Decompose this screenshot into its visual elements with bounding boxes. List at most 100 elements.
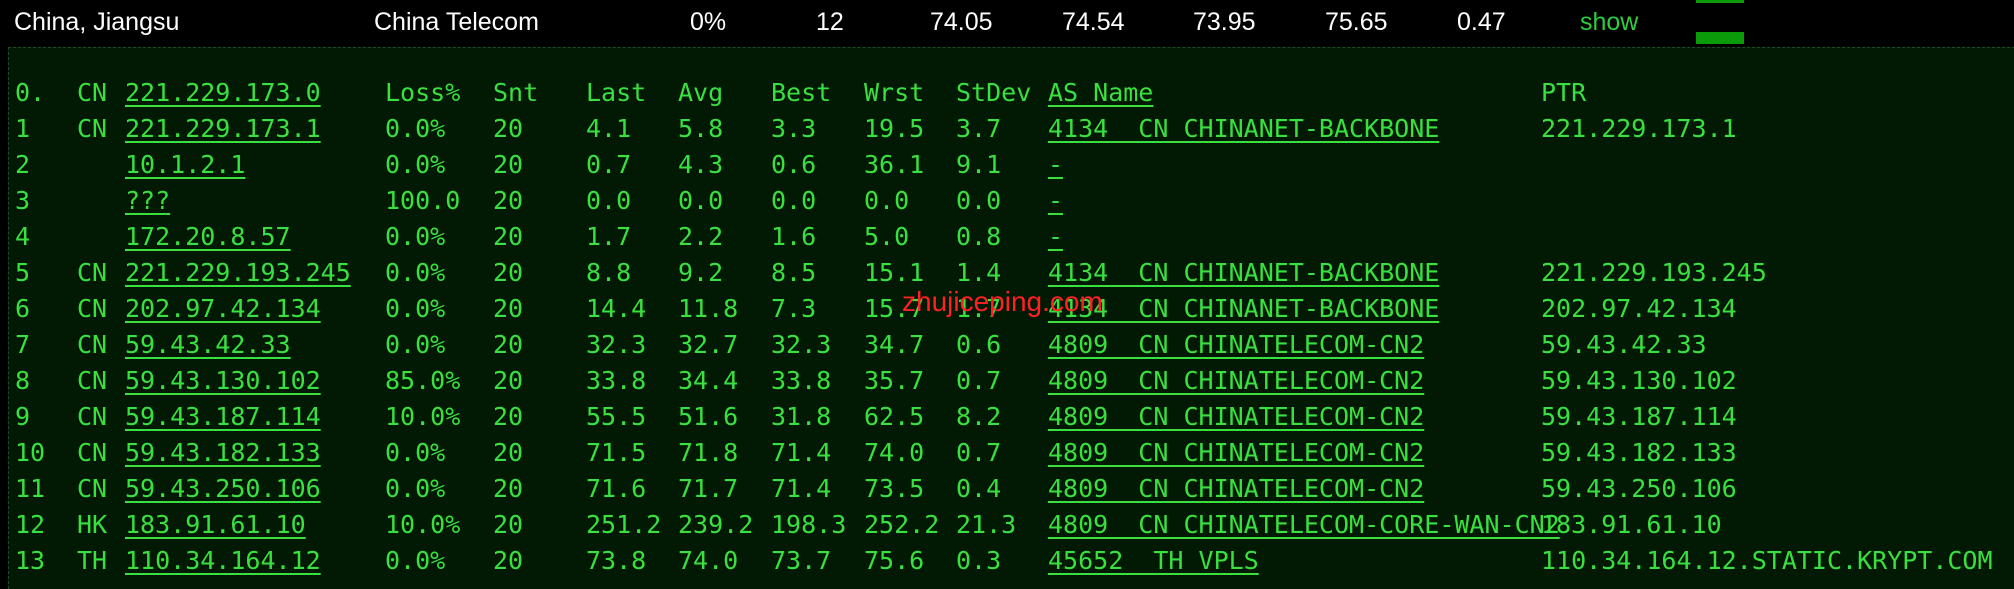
hop-row-9-last: 55.5 [586, 402, 647, 431]
hop-row-5-ptr: 221.229.193.245 [1541, 258, 1767, 287]
hop-row-9-sent: 20 [493, 402, 524, 431]
hop-row-9-as-name[interactable]: 4809 CN CHINATELECOM-CN2 [1048, 402, 1424, 432]
hop-row-5-worst: 15.1 [864, 258, 925, 287]
hop-row-2-last: 0.7 [586, 150, 632, 179]
hop-row-2-host[interactable]: 10.1.2.1 [125, 150, 245, 180]
hop-row-8-as-name[interactable]: 4809 CN CHINATELECOM-CN2 [1048, 366, 1424, 396]
hop-row-1-best: 3.3 [771, 114, 817, 143]
hop-row-1-avg: 5.8 [678, 114, 724, 143]
hop-row-9-avg: 51.6 [678, 402, 739, 431]
hop-row-13-as-name[interactable]: 45652 TH VPLS [1048, 546, 1259, 576]
hop-row-3-worst: 0.0 [864, 186, 910, 215]
hop-row-6-last: 14.4 [586, 294, 647, 323]
hop-row-6-host[interactable]: 202.97.42.134 [125, 294, 321, 324]
hop-row-4-loss: 0.0% [385, 222, 446, 251]
hop-row-2-as-name[interactable]: - [1048, 150, 1063, 180]
header-row-sent: Snt [493, 78, 539, 107]
hop-row-11-loss: 0.0% [385, 474, 446, 503]
hop-row-4-sent: 20 [493, 222, 524, 251]
header-row-country: CN [77, 78, 108, 107]
hop-row-7-ptr: 59.43.42.33 [1541, 330, 1707, 359]
hop-row-4-hop: 4 [15, 222, 31, 251]
header-row-host[interactable]: 221.229.173.0 [125, 78, 321, 108]
hop-row-1-loss: 0.0% [385, 114, 446, 143]
hop-row-11-as-name[interactable]: 4809 CN CHINATELECOM-CN2 [1048, 474, 1424, 504]
hop-row-12-as-name[interactable]: 4809 CN CHINATELECOM-CORE-WAN-CN2 [1048, 510, 1560, 540]
hop-row-11-host[interactable]: 59.43.250.106 [125, 474, 321, 504]
hop-row-12-hop: 12 [15, 510, 46, 539]
hop-row-5-host[interactable]: 221.229.193.245 [125, 258, 351, 288]
hop-row-2-hop: 2 [15, 150, 31, 179]
hop-row-8-sent: 20 [493, 366, 524, 395]
hop-row-8-hop: 8 [15, 366, 31, 395]
hop-row-11-sent: 20 [493, 474, 524, 503]
hop-row-2-sent: 20 [493, 150, 524, 179]
hop-row-10-as-name[interactable]: 4809 CN CHINATELECOM-CN2 [1048, 438, 1424, 468]
hop-row-6-ptr: 202.97.42.134 [1541, 294, 1737, 323]
hop-row-6-loss: 0.0% [385, 294, 446, 323]
hop-row-5-last: 8.8 [586, 258, 632, 287]
hop-row-3-host[interactable]: ??? [125, 186, 170, 216]
hop-row-1-stdev: 3.7 [956, 114, 1002, 143]
header-row-as-name[interactable]: AS Name [1048, 78, 1153, 108]
hop-row-5-sent: 20 [493, 258, 524, 287]
hop-row-2-avg: 4.3 [678, 150, 724, 179]
hop-row-13-last: 73.8 [586, 546, 647, 575]
hop-row-11-ptr: 59.43.250.106 [1541, 474, 1737, 503]
hop-row-13-worst: 75.6 [864, 546, 925, 575]
hop-row-10-best: 71.4 [771, 438, 832, 467]
hop-row-10-last: 71.5 [586, 438, 647, 467]
header-row-hop: 0. [15, 78, 46, 107]
hop-row-3-as-name[interactable]: - [1048, 186, 1063, 216]
hop-row-12-host[interactable]: 183.91.61.10 [125, 510, 306, 540]
hop-row-10-loss: 0.0% [385, 438, 446, 467]
hop-row-5-as-name[interactable]: 4134 CN CHINANET-BACKBONE [1048, 258, 1439, 288]
hop-row-8-ptr: 59.43.130.102 [1541, 366, 1737, 395]
hop-row-13-avg: 74.0 [678, 546, 739, 575]
hop-row-8-loss: 85.0% [385, 366, 461, 395]
header-row-ptr: PTR [1541, 78, 1587, 107]
show-link[interactable]: show [1580, 8, 1638, 37]
hop-row-7-host[interactable]: 59.43.42.33 [125, 330, 291, 360]
hop-row-3-loss: 100.0 [385, 186, 461, 215]
hop-row-13-stdev: 0.3 [956, 546, 1002, 575]
hop-row-10-hop: 10 [15, 438, 46, 467]
hop-row-1-as-name[interactable]: 4134 CN CHINANET-BACKBONE [1048, 114, 1439, 144]
hop-row-1-ptr: 221.229.173.1 [1541, 114, 1737, 143]
hop-row-1-hop: 1 [15, 114, 31, 143]
hop-row-5-avg: 9.2 [678, 258, 724, 287]
hop-row-4-as-name[interactable]: - [1048, 222, 1063, 252]
hop-row-9-hop: 9 [15, 402, 31, 431]
hop-row-9-country: CN [77, 402, 108, 431]
hop-row-12-loss: 10.0% [385, 510, 461, 539]
hop-row-10-host[interactable]: 59.43.182.133 [125, 438, 321, 468]
hop-row-11-avg: 71.7 [678, 474, 739, 503]
hop-row-11-worst: 73.5 [864, 474, 925, 503]
hop-row-7-best: 32.3 [771, 330, 832, 359]
hop-row-8-host[interactable]: 59.43.130.102 [125, 366, 321, 396]
header-row-loss: Loss% [385, 78, 461, 107]
hop-row-3-best: 0.0 [771, 186, 817, 215]
hop-row-13-best: 73.7 [771, 546, 832, 575]
hop-row-12-avg: 239.2 [678, 510, 754, 539]
header-row-best: Best [771, 78, 832, 107]
hop-row-10-country: CN [77, 438, 108, 467]
hop-row-13-country: TH [77, 546, 108, 575]
hop-row-12-last: 251.2 [586, 510, 662, 539]
best-value: 73.95 [1193, 8, 1256, 36]
isp-label: China Telecom [374, 8, 539, 36]
hop-row-13-host[interactable]: 110.34.164.12 [125, 546, 321, 576]
hop-row-11-hop: 11 [15, 474, 46, 503]
hop-row-6-as-name[interactable]: 4134 CN CHINANET-BACKBONE [1048, 294, 1439, 324]
hop-row-7-country: CN [77, 330, 108, 359]
stdev-value: 0.47 [1457, 8, 1506, 36]
hop-row-1-host[interactable]: 221.229.173.1 [125, 114, 321, 144]
hop-row-7-as-name[interactable]: 4809 CN CHINATELECOM-CN2 [1048, 330, 1424, 360]
hop-row-4-stdev: 0.8 [956, 222, 1002, 251]
hop-row-8-last: 33.8 [586, 366, 647, 395]
hop-row-4-host[interactable]: 172.20.8.57 [125, 222, 291, 252]
hop-row-8-country: CN [77, 366, 108, 395]
hop-row-11-stdev: 0.4 [956, 474, 1002, 503]
hop-row-9-host[interactable]: 59.43.187.114 [125, 402, 321, 432]
hop-row-6-sent: 20 [493, 294, 524, 323]
